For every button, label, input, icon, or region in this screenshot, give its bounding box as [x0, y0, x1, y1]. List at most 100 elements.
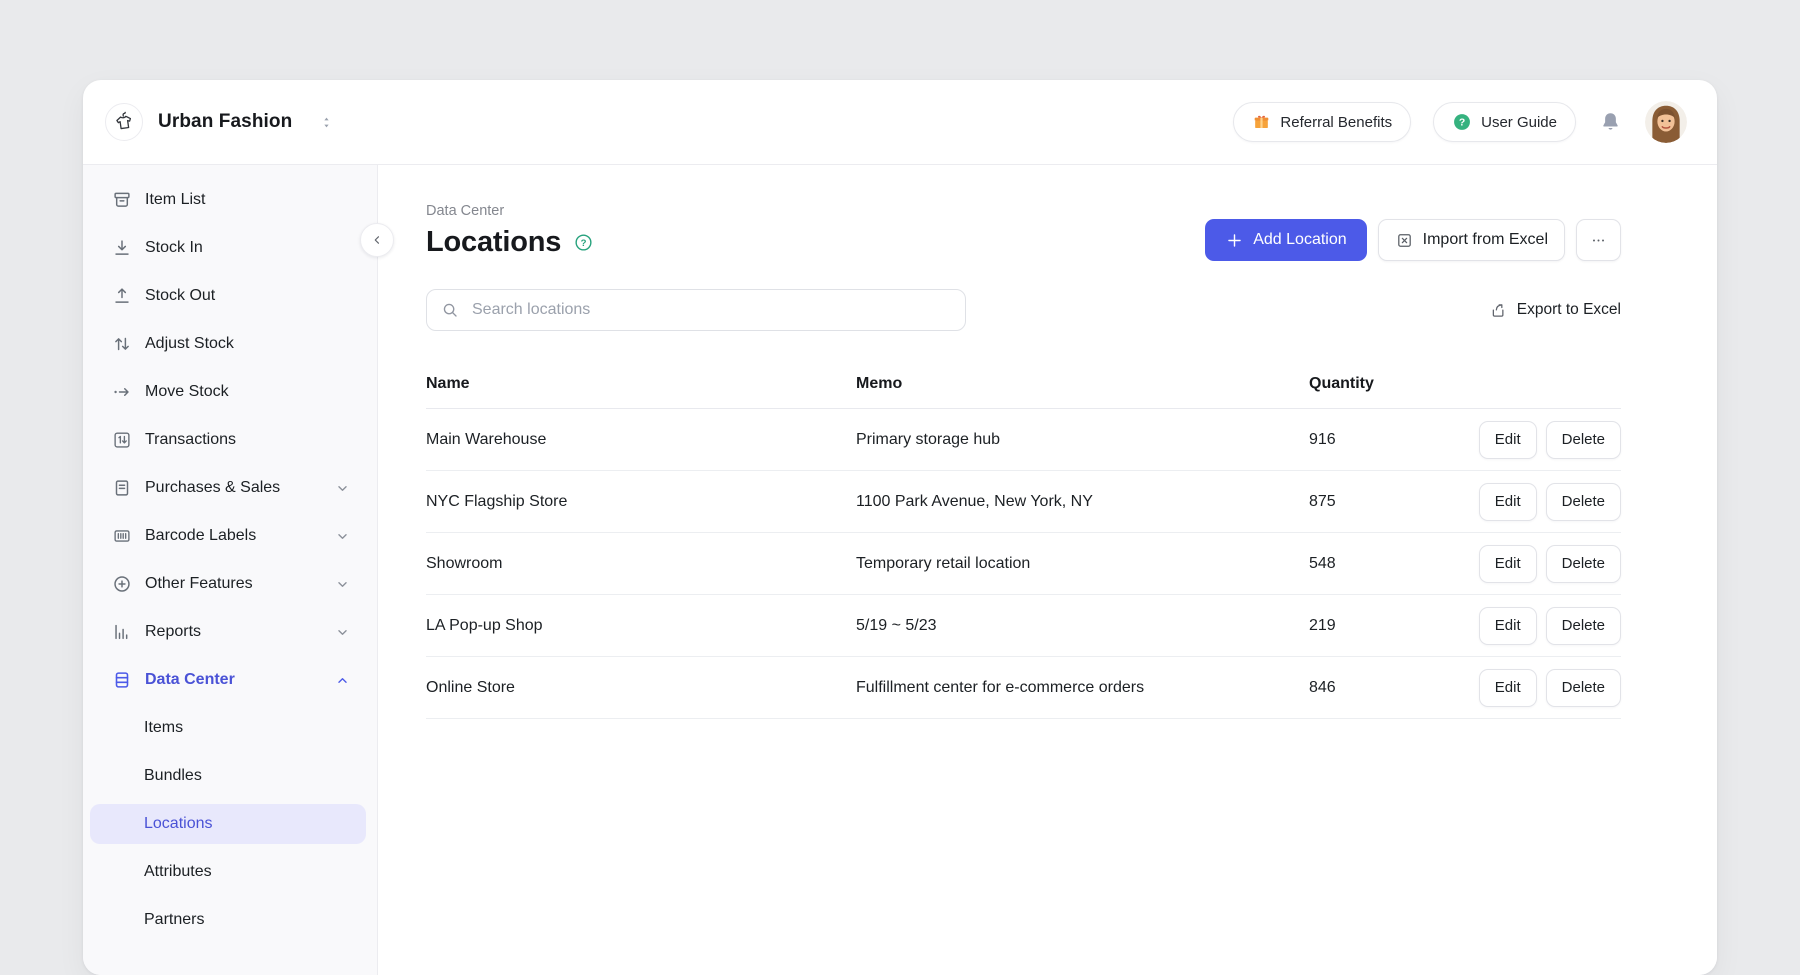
help-icon[interactable]: ?: [573, 232, 594, 253]
sidebar-item-label: Reports: [145, 623, 201, 641]
bell-icon: [1598, 110, 1623, 135]
sidebar-item-purchases-sales[interactable]: Purchases & Sales: [83, 464, 377, 512]
import-from-excel-label: Import from Excel: [1423, 231, 1548, 249]
cell-name: Online Store: [426, 679, 856, 697]
sidebar: Item List Stock In Stock Out: [83, 165, 378, 975]
delete-button[interactable]: Delete: [1546, 421, 1621, 459]
plus-circle-icon: [111, 573, 133, 595]
cell-quantity: 219: [1309, 617, 1479, 635]
sidebar-subitem-attributes[interactable]: Attributes: [83, 848, 377, 896]
edit-button[interactable]: Edit: [1479, 669, 1537, 707]
sidebar-item-label: Stock Out: [145, 287, 215, 305]
cell-quantity: 875: [1309, 493, 1479, 511]
locations-table: Name Memo Quantity Main Warehouse Primar…: [426, 360, 1621, 719]
adjust-stock-icon: [111, 333, 133, 355]
sidebar-item-other-features[interactable]: Other Features: [83, 560, 377, 608]
breadcrumb: Data Center: [426, 203, 594, 219]
edit-button[interactable]: Edit: [1479, 545, 1537, 583]
referral-benefits-label: Referral Benefits: [1280, 114, 1392, 131]
plus-icon: [1225, 231, 1244, 250]
sidebar-subitem-bundles[interactable]: Bundles: [83, 752, 377, 800]
import-from-excel-button[interactable]: Import from Excel: [1378, 219, 1565, 261]
sidebar-subitem-partners[interactable]: Partners: [83, 896, 377, 944]
sidebar-item-item-list[interactable]: Item List: [83, 176, 377, 224]
stock-in-icon: [111, 237, 133, 259]
edit-button[interactable]: Edit: [1479, 421, 1537, 459]
column-header-quantity: Quantity: [1309, 375, 1621, 393]
cell-name: LA Pop-up Shop: [426, 617, 856, 635]
cell-memo: Temporary retail location: [856, 555, 1309, 573]
table-row: Main Warehouse Primary storage hub 916 E…: [426, 409, 1621, 471]
move-stock-icon: [111, 381, 133, 403]
sidebar-subitem-items[interactable]: Items: [83, 704, 377, 752]
search-icon: [441, 301, 459, 319]
export-to-excel-link[interactable]: Export to Excel: [1489, 301, 1621, 320]
chevron-down-icon: [334, 528, 351, 545]
sidebar-subitem-label: Partners: [144, 911, 204, 929]
sidebar-subitem-label: Bundles: [144, 767, 202, 785]
search-input[interactable]: [470, 300, 951, 320]
cell-quantity: 846: [1309, 679, 1479, 697]
sidebar-item-reports[interactable]: Reports: [83, 608, 377, 656]
sidebar-item-label: Item List: [145, 191, 205, 209]
cell-name: Main Warehouse: [426, 431, 856, 449]
delete-button[interactable]: Delete: [1546, 483, 1621, 521]
cell-memo: 5/19 ~ 5/23: [856, 617, 1309, 635]
referral-benefits-button[interactable]: Referral Benefits: [1233, 102, 1411, 142]
edit-button[interactable]: Edit: [1479, 483, 1537, 521]
brand-name: Urban Fashion: [158, 111, 292, 133]
question-badge-icon: ?: [1452, 112, 1472, 132]
org-switcher-icon[interactable]: [319, 115, 334, 130]
tshirt-hanger-icon: [112, 110, 136, 134]
cell-quantity: 916: [1309, 431, 1479, 449]
chevron-down-icon: [334, 624, 351, 641]
sidebar-item-stock-in[interactable]: Stock In: [83, 224, 377, 272]
sidebar-subitem-locations[interactable]: Locations: [90, 804, 366, 844]
sidebar-subitem-label: Locations: [144, 815, 213, 833]
more-options-button[interactable]: [1576, 219, 1621, 261]
user-guide-label: User Guide: [1481, 114, 1557, 131]
page-title: Locations: [426, 226, 561, 259]
user-guide-button[interactable]: ? User Guide: [1433, 102, 1576, 142]
sidebar-item-label: Other Features: [145, 575, 253, 593]
export-icon: [1489, 301, 1508, 320]
sidebar-item-data-center[interactable]: Data Center: [83, 656, 377, 704]
sidebar-subitem-label: Items: [144, 719, 183, 737]
table-header-row: Name Memo Quantity: [426, 360, 1621, 409]
delete-button[interactable]: Delete: [1546, 545, 1621, 583]
main-content: Data Center Locations ?: [378, 165, 1717, 975]
sidebar-collapse-button[interactable]: [360, 223, 394, 257]
excel-icon: [1395, 231, 1414, 250]
delete-button[interactable]: Delete: [1546, 669, 1621, 707]
sidebar-item-label: Move Stock: [145, 383, 229, 401]
sidebar-item-label: Barcode Labels: [145, 527, 256, 545]
svg-text:?: ?: [581, 238, 587, 249]
sidebar-item-stock-out[interactable]: Stock Out: [83, 272, 377, 320]
sidebar-subitem-label: Attributes: [144, 863, 212, 881]
svg-text:?: ?: [1459, 118, 1465, 129]
database-icon: [111, 669, 133, 691]
stock-out-icon: [111, 285, 133, 307]
cell-name: NYC Flagship Store: [426, 493, 856, 511]
column-header-memo: Memo: [856, 375, 1309, 393]
table-row: Online Store Fulfillment center for e-co…: [426, 657, 1621, 719]
brand-logo: [105, 103, 143, 141]
delete-button[interactable]: Delete: [1546, 607, 1621, 645]
user-avatar[interactable]: [1645, 101, 1687, 143]
notifications-button[interactable]: [1598, 110, 1623, 135]
org-switcher[interactable]: Urban Fashion: [105, 103, 334, 141]
cell-memo: Fulfillment center for e-commerce orders: [856, 679, 1309, 697]
sidebar-item-transactions[interactable]: Transactions: [83, 416, 377, 464]
search-box: [426, 289, 966, 331]
column-header-name: Name: [426, 375, 856, 393]
table-row: NYC Flagship Store 1100 Park Avenue, New…: [426, 471, 1621, 533]
edit-button[interactable]: Edit: [1479, 607, 1537, 645]
sidebar-item-adjust-stock[interactable]: Adjust Stock: [83, 320, 377, 368]
table-row: Showroom Temporary retail location 548 E…: [426, 533, 1621, 595]
add-location-button[interactable]: Add Location: [1205, 219, 1366, 261]
sidebar-item-barcode-labels[interactable]: Barcode Labels: [83, 512, 377, 560]
gift-icon: [1252, 113, 1271, 132]
add-location-label: Add Location: [1253, 231, 1346, 249]
sidebar-item-move-stock[interactable]: Move Stock: [83, 368, 377, 416]
top-bar-right: Referral Benefits ? User Guide: [1233, 101, 1687, 143]
